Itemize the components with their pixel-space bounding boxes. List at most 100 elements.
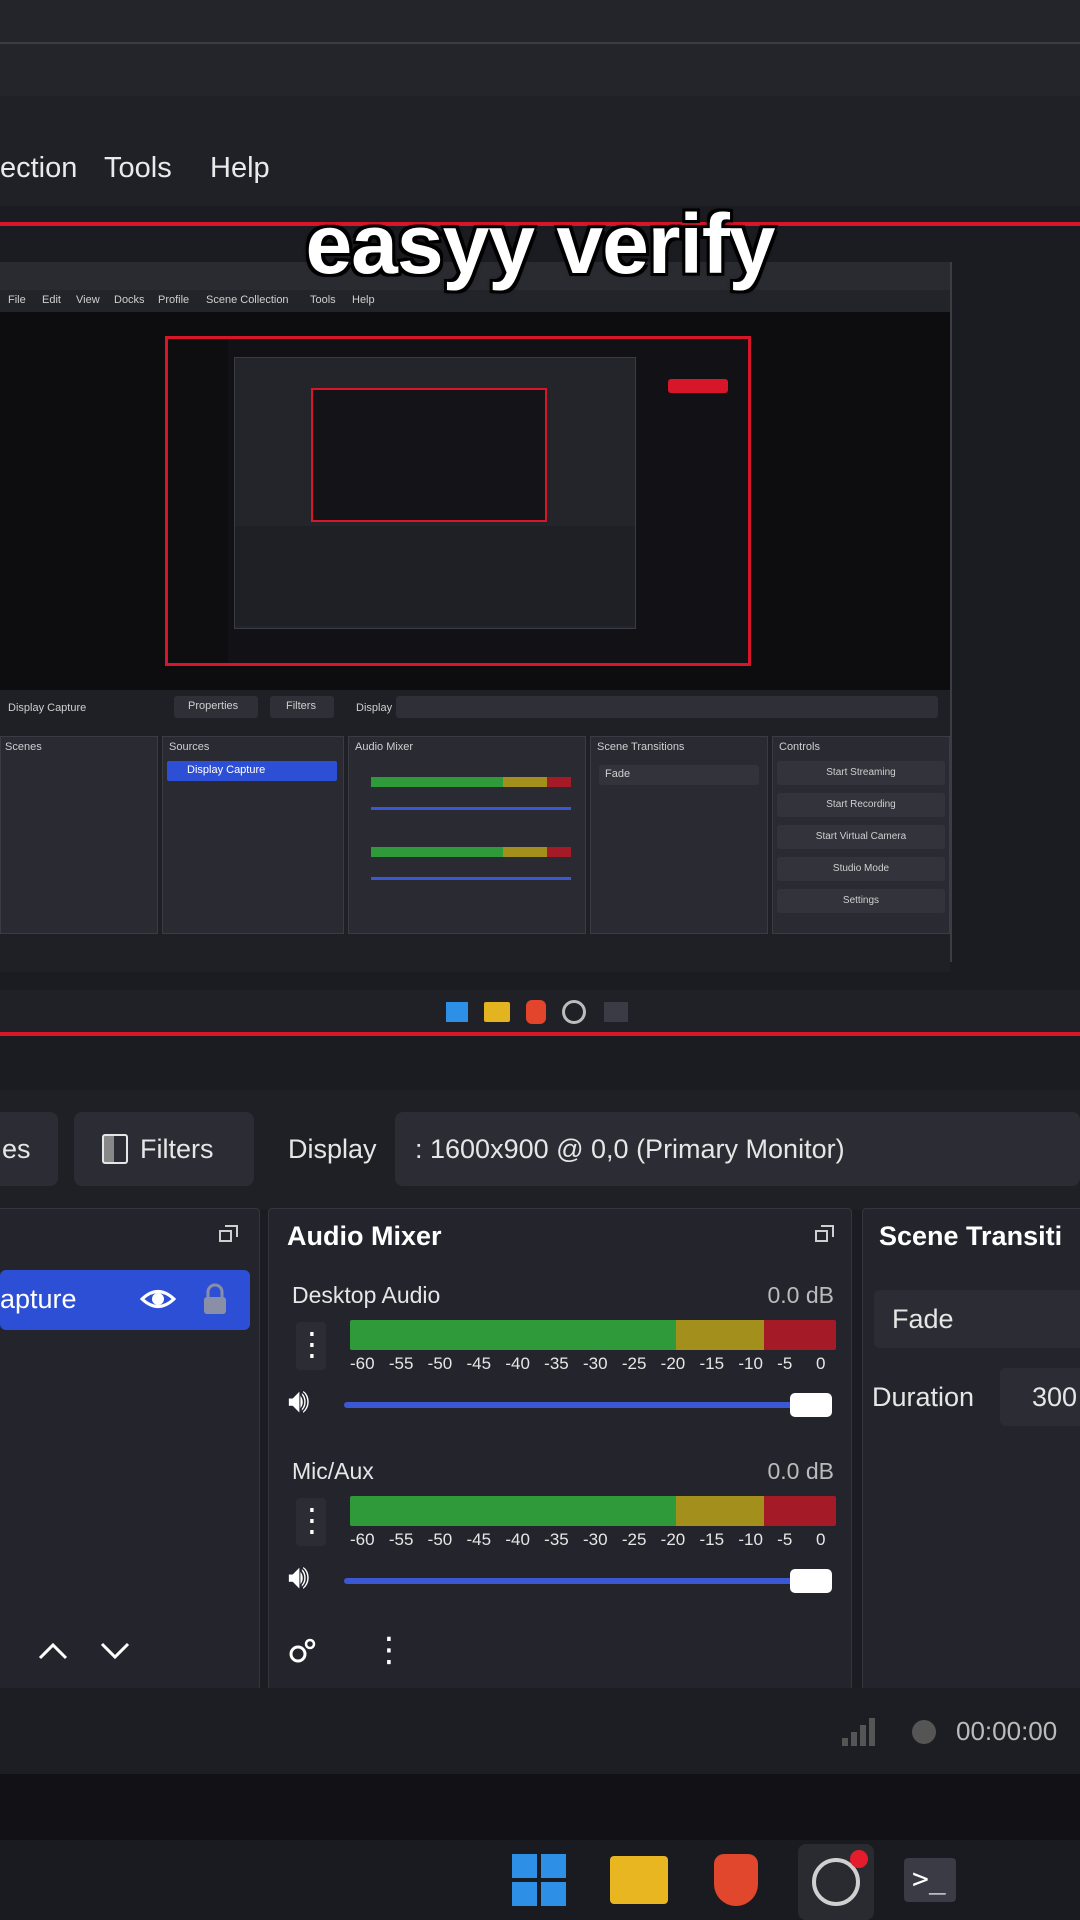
volume-slider-mic-aux[interactable] <box>344 1578 814 1584</box>
audio-mixer-dock: Audio Mixer <box>268 1208 852 1690</box>
video-caption: easyy verify <box>305 197 775 291</box>
channel-db-mic-aux: 0.0 dB <box>767 1458 835 1484</box>
inner-live-badge <box>668 379 728 393</box>
meter-scale-label: 0 <box>816 1530 826 1549</box>
stream-timer: 00:00:00 <box>956 1716 1058 1746</box>
meter-scale-label: -20 <box>660 1354 686 1373</box>
inner-menu-edit: Edit <box>42 294 61 306</box>
streaming-status-icon <box>912 1720 936 1744</box>
volume-slider-handle[interactable] <box>790 1393 832 1417</box>
inner-dock-controls: Controls Start Streaming Start Recording… <box>772 736 950 934</box>
display-select[interactable]: : 1600x900 @ 0,0 (Primary Monitor) <box>395 1112 1080 1186</box>
menu-scene-collection[interactable]: ection <box>0 152 77 185</box>
volume-meter-mic-aux <box>350 1496 836 1526</box>
meter-scale-label: -5 <box>777 1354 793 1373</box>
lock-icon[interactable] <box>200 1282 230 1316</box>
meter-scale-label: -50 <box>427 1354 453 1373</box>
filters-button[interactable]: Filters <box>74 1112 254 1186</box>
duration-input[interactable]: 300 <box>1000 1368 1080 1426</box>
meter-scale-label: -30 <box>583 1530 608 1549</box>
inner-dock-scene-transitions: Scene Transitions Fade <box>590 736 768 934</box>
inner-menu-view: View <box>76 294 100 306</box>
network-signal-icon <box>842 1718 876 1746</box>
meter-scale-label: 0 <box>816 1354 826 1373</box>
status-bar: 00:00:00 <box>0 1688 1080 1774</box>
dock-float-icon[interactable] <box>219 1225 239 1243</box>
inner-nested-frame <box>311 388 547 522</box>
source-item-label: apture <box>0 1284 77 1314</box>
meter-scale-label: -20 <box>660 1530 686 1549</box>
properties-button[interactable]: es <box>0 1112 58 1186</box>
inner-sidebar <box>168 339 228 663</box>
meter-scale-label: -5 <box>777 1530 793 1549</box>
meter-scale-label: -25 <box>621 1530 647 1549</box>
inner-menu-scene-collection: Scene Collection <box>206 294 289 306</box>
meter-scale-label: -30 <box>583 1354 608 1373</box>
taskbar: >_ <box>0 1840 1080 1920</box>
volume-slider-desktop-audio[interactable] <box>344 1402 814 1408</box>
meter-scale-label: -15 <box>699 1354 725 1373</box>
inner-terminal-icon <box>604 1002 628 1022</box>
transition-select[interactable]: Fade <box>874 1290 1080 1348</box>
capture-border-bottom <box>0 1032 1080 1036</box>
display-label: Display <box>288 1134 377 1164</box>
dock-float-icon[interactable] <box>815 1225 835 1243</box>
window-bottom-edge <box>0 1774 1080 1840</box>
windows-start-icon[interactable] <box>512 1854 566 1906</box>
volume-slider-handle[interactable] <box>790 1569 832 1593</box>
inner-menu-file: File <box>8 294 26 306</box>
meter-scale-label: -45 <box>466 1354 492 1373</box>
menu-help[interactable]: Help <box>210 152 270 185</box>
inner-taskbar <box>0 990 1080 1032</box>
inner-capture-frame <box>165 336 751 666</box>
filters-icon <box>102 1134 128 1164</box>
inner-menu-help: Help <box>352 294 375 306</box>
duration-label: Duration <box>872 1382 975 1412</box>
file-explorer-icon[interactable] <box>610 1856 668 1904</box>
menu-bar <box>0 96 1080 206</box>
channel-db-desktop-audio: 0.0 dB <box>767 1282 835 1308</box>
inner-menu-profile: Profile <box>158 294 190 306</box>
terminal-icon[interactable]: >_ <box>904 1858 956 1902</box>
inner-windows-icon <box>446 1002 468 1022</box>
move-down-icon[interactable] <box>98 1640 132 1662</box>
scene-transitions-dock: Scene Transiti <box>862 1208 1080 1690</box>
recording-indicator <box>850 1850 868 1868</box>
meter-scale-label: -55 <box>388 1354 414 1373</box>
meter-scale-label: -15 <box>699 1530 725 1549</box>
volume-meter-desktop-audio <box>350 1320 836 1350</box>
inner-menu-tools: Tools <box>310 294 336 306</box>
inner-folder-icon <box>484 1002 510 1022</box>
scene-transitions-title: Scene Transiti <box>879 1221 1063 1251</box>
advanced-audio-gear-icon[interactable] <box>286 1636 318 1668</box>
window-titlebar <box>0 0 1080 97</box>
filters-label: Filters <box>140 1134 214 1164</box>
meter-scale-label: -50 <box>427 1530 453 1549</box>
source-item-display-capture[interactable]: apture <box>0 1270 250 1330</box>
meter-scale-label: -60 <box>350 1530 375 1549</box>
inner-dock-sources: Sources Display Capture <box>162 736 344 934</box>
move-up-icon[interactable] <box>36 1640 70 1662</box>
channel-name-desktop-audio: Desktop Audio <box>292 1282 441 1308</box>
inner-dock-scenes: Scenes <box>0 736 158 934</box>
inner-bottom-panel: Display Capture Properties Filters Displ… <box>0 690 950 972</box>
channel-menu-button[interactable]: ⋮ <box>296 1498 328 1546</box>
menu-tools[interactable]: Tools <box>104 152 172 185</box>
inner-menu-docks: Docks <box>114 294 145 306</box>
inner-source-name: Display Capture <box>8 702 87 714</box>
meter-scale-label: -10 <box>738 1530 763 1549</box>
meter-scale-label: -40 <box>505 1530 530 1549</box>
inner-brave-icon <box>526 1000 546 1024</box>
meter-scale-label: -55 <box>388 1530 414 1549</box>
speaker-icon[interactable]: 🔊︎ <box>288 1558 309 1597</box>
audio-mixer-menu-icon[interactable]: ⋮ <box>372 1630 406 1670</box>
inner-nested-window <box>234 357 636 629</box>
meter-scale-label: -60 <box>350 1354 375 1373</box>
brave-browser-icon[interactable] <box>714 1854 758 1906</box>
speaker-icon[interactable]: 🔊︎ <box>288 1382 309 1421</box>
meter-scale-label: -25 <box>621 1354 647 1373</box>
channel-menu-button[interactable]: ⋮ <box>296 1322 328 1370</box>
meter-scale-label: -40 <box>505 1354 530 1373</box>
eye-icon[interactable] <box>140 1286 176 1312</box>
obs-studio-icon[interactable] <box>798 1844 874 1920</box>
